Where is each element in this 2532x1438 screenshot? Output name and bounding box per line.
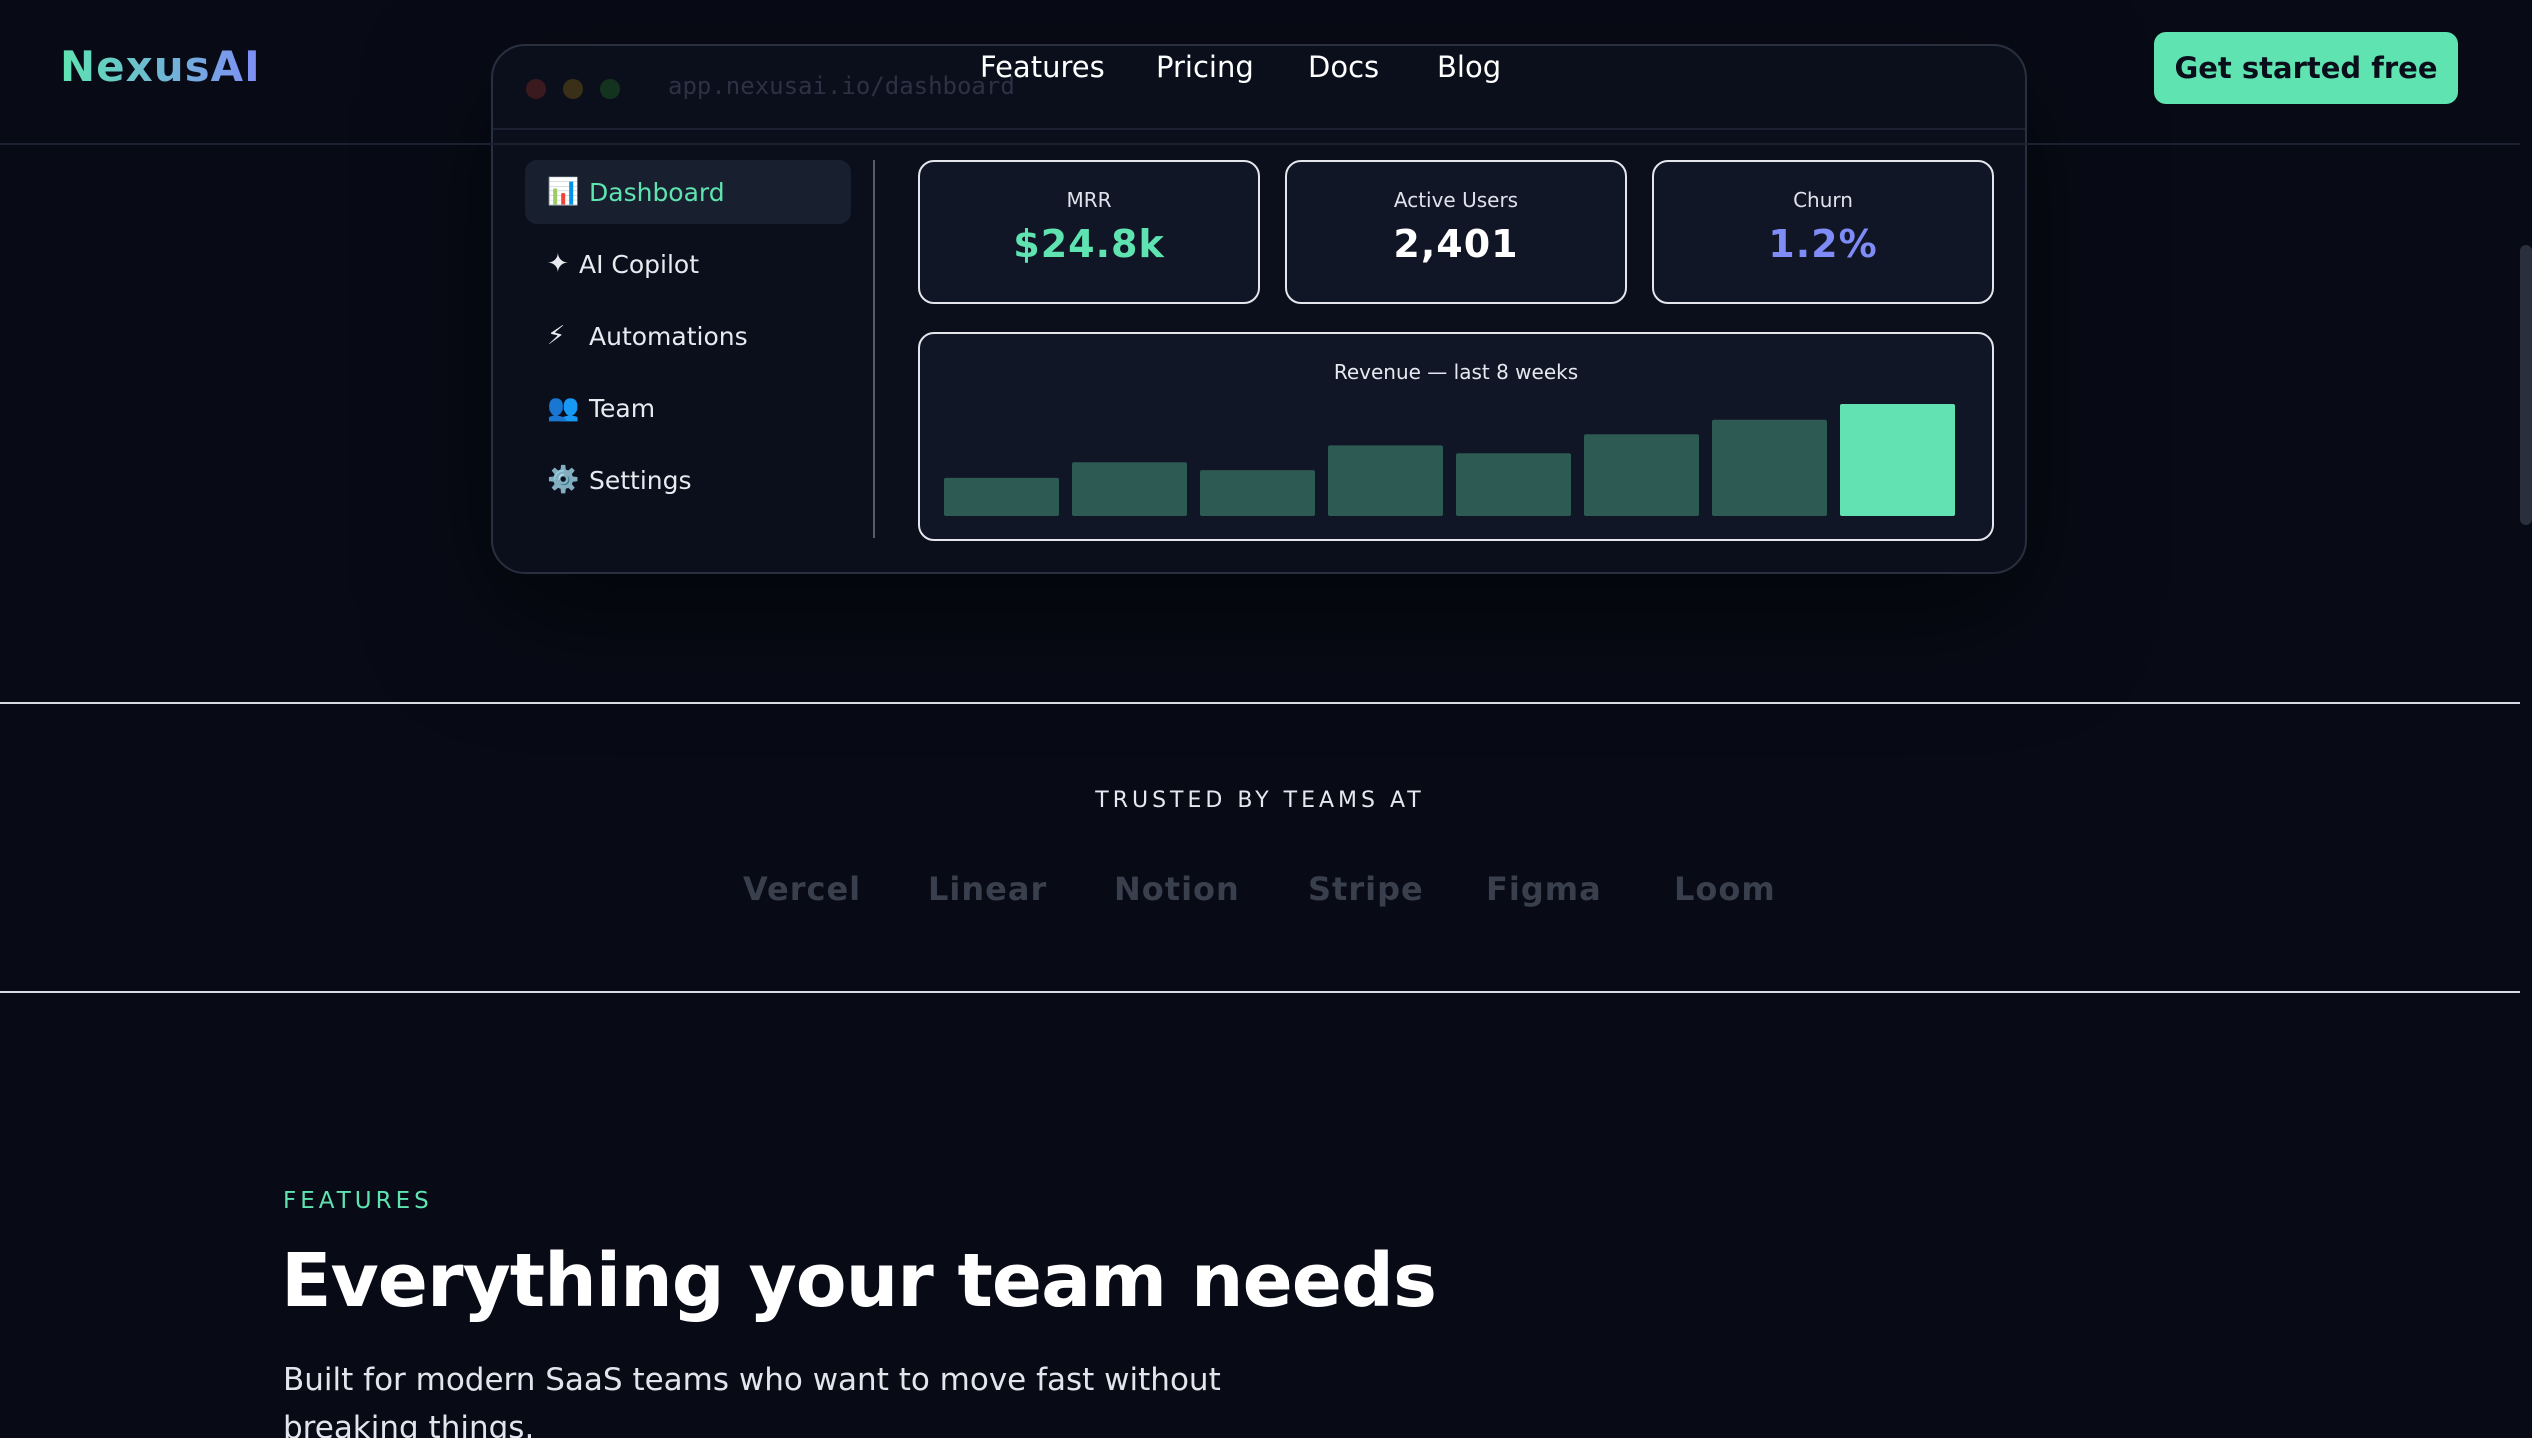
nav-link-features[interactable]: Features [980,50,1105,84]
get-started-button[interactable]: Get started free [2154,32,2458,104]
customer-logo-loom: Loom [1674,870,1776,908]
section-divider-bottom [0,991,2520,993]
bar-chart-icon: 📊 [547,177,580,207]
nav-link-blog[interactable]: Blog [1437,50,1501,84]
sidebar-item-label: Team [589,393,656,423]
sidebar-item-team: 👥 Team [525,376,851,440]
revenue-bar-week-8 [1840,404,1955,516]
sidebar-item-label: Dashboard [589,177,725,207]
gear-icon: ⚙️ [547,465,580,495]
stat-label: Active Users [1393,188,1519,212]
nav-link-pricing[interactable]: Pricing [1156,50,1254,84]
landing-page: app.nexusai.io/dashboard 📊 Dashboard ✦ A… [0,0,2532,1438]
lightning-icon: ⚡ [547,321,566,351]
features-eyebrow: FEATURES [283,1188,433,1214]
revenue-chart-card: Revenue — last 8 weeks [918,332,1994,541]
customer-logo-figma: Figma [1486,870,1602,908]
sidebar-item-label: AI Copilot [579,249,700,279]
scrollbar-thumb[interactable] [2520,245,2532,525]
revenue-bar-week-4 [1328,445,1443,516]
stat-card-mrr: MRR $24.8k [918,160,1260,304]
revenue-bar-week-3 [1200,470,1315,516]
customer-logo-stripe: Stripe [1308,870,1424,908]
features-subtitle: Built for modern SaaS teams who want to … [283,1362,1221,1438]
team-icon: 👥 [547,393,580,423]
sidebar-item-dashboard: 📊 Dashboard [525,160,851,224]
sidebar-item-ai-copilot: ✦ AI Copilot [525,232,851,296]
stat-label: MRR [1066,188,1112,212]
site-header: NexusAI Features Pricing Docs Blog Get s… [0,0,2520,145]
sidebar-item-label: Automations [589,321,748,351]
features-heading: Everything your team needs [281,1238,1437,1324]
revenue-bar-week-1 [944,477,1059,516]
revenue-bar-week-5 [1456,453,1571,516]
sidebar-item-automations: ⚡ Automations [525,304,851,368]
nav-link-docs[interactable]: Docs [1308,50,1379,84]
sidebar-item-label: Settings [589,465,692,495]
stat-value: 2,401 [1393,222,1519,266]
sidebar-item-settings: ⚙️ Settings [525,448,851,512]
mockup-sidebar: 📊 Dashboard ✦ AI Copilot ⚡ Automations 👥… [525,160,875,538]
stat-label: Churn [1793,188,1853,212]
nexusai-logo[interactable]: NexusAI [60,42,261,91]
revenue-bar-week-7 [1712,419,1827,516]
revenue-bar-chart [944,404,1955,516]
trusted-by-label: TRUSTED BY TEAMS AT [1095,788,1425,813]
revenue-bar-week-2 [1072,462,1187,516]
section-divider-top [0,702,2520,704]
sparkle-icon: ✦ [547,249,569,279]
stat-value: $24.8k [1013,222,1165,266]
revenue-bar-week-6 [1584,434,1699,516]
stat-card-active-users: Active Users 2,401 [1285,160,1627,304]
customer-logo-vercel: Vercel [743,870,862,908]
stat-value: 1.2% [1768,222,1878,266]
customer-logo-notion: Notion [1114,870,1240,908]
stat-card-churn: Churn 1.2% [1652,160,1994,304]
customer-logo-linear: Linear [928,870,1048,908]
